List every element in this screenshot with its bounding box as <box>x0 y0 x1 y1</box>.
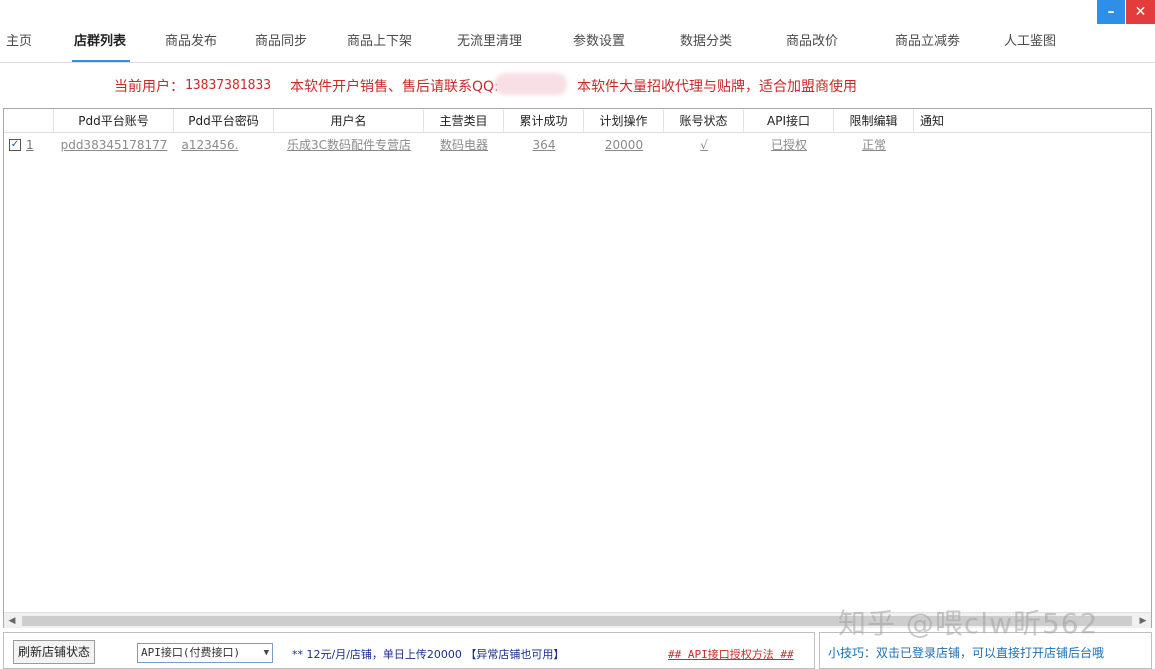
tab-bar: 主页 店群列表 商品发布 商品同步 商品上下架 无流里清理 参数设置 数据分类 … <box>0 0 1090 63</box>
chevron-down-icon: ▼ <box>263 648 269 658</box>
cell-password[interactable]: a123456. <box>174 134 246 156</box>
app-window: – ✕ 主页 店群列表 商品发布 商品同步 商品上下架 无流里清理 参数设置 数… <box>0 0 1155 669</box>
tab-home[interactable]: 主页 <box>6 30 32 49</box>
scroll-left-icon[interactable]: ◀ <box>4 613 20 629</box>
header-select <box>4 109 54 133</box>
api-select[interactable]: API接口(付费接口) ▼ <box>137 643 273 663</box>
cell-account-status[interactable]: √ <box>664 134 744 156</box>
header-account-status[interactable]: 账号状态 <box>664 109 744 133</box>
cell-category[interactable]: 数码电器 <box>424 134 504 156</box>
api-auth-link[interactable]: ## API接口授权方法 ## <box>668 646 794 662</box>
store-table: Pdd平台账号 Pdd平台密码 用户名 主营类目 累计成功 计划操作 账号状态 … <box>3 108 1152 628</box>
row-index: 1 <box>26 138 34 152</box>
cell-edit-limit[interactable]: 正常 <box>834 134 914 156</box>
header-account[interactable]: Pdd平台账号 <box>54 109 174 133</box>
header-notify[interactable]: 通知 <box>914 109 950 133</box>
tab-coupon[interactable]: 商品立减劵 <box>895 30 960 49</box>
tab-publish[interactable]: 商品发布 <box>165 30 217 49</box>
tab-settings[interactable]: 参数设置 <box>573 30 625 49</box>
tab-cleanup[interactable]: 无流里清理 <box>457 30 522 49</box>
cell-notify[interactable] <box>914 134 950 156</box>
header-username[interactable]: 用户名 <box>274 109 424 133</box>
cell-account[interactable]: pdd38345178177 <box>54 134 174 156</box>
row-checkbox[interactable]: ✓ <box>9 139 21 151</box>
cell-total-success[interactable]: 364 <box>504 134 584 156</box>
tab-store-list[interactable]: 店群列表 <box>74 30 126 49</box>
header-category[interactable]: 主营类目 <box>424 109 504 133</box>
current-user-label: 当前用户： <box>114 79 184 95</box>
close-button[interactable]: ✕ <box>1126 0 1155 24</box>
header-api[interactable]: API接口 <box>744 109 834 133</box>
bottom-toolbar: 刷新店铺状态 API接口(付费接口) ▼ ** 12元/月/店铺，单日上传200… <box>3 632 815 669</box>
tab-price-change[interactable]: 商品改价 <box>786 30 838 49</box>
cell-planned-ops[interactable]: 20000 <box>584 134 664 156</box>
scroll-right-icon[interactable]: ▶ <box>1135 613 1151 629</box>
watermark: 知乎 @喂clw昕562 <box>838 607 1099 640</box>
tab-sync[interactable]: 商品同步 <box>255 30 307 49</box>
qq-number-redacted <box>495 73 567 95</box>
tab-manual-review[interactable]: 人工鉴图 <box>1004 30 1056 49</box>
api-select-value: API接口(付费接口) <box>141 646 241 659</box>
header-password[interactable]: Pdd平台密码 <box>174 109 274 133</box>
refresh-store-status-button[interactable]: 刷新店铺状态 <box>13 640 95 664</box>
header-edit-limit[interactable]: 限制编辑 <box>834 109 914 133</box>
tip-text: 小技巧：双击已登录店铺，可以直接打开店铺后台哦 <box>828 646 1105 660</box>
price-note: ** 12元/月/店铺，单日上传20000 【异常店铺也可用】 <box>292 648 565 661</box>
header-total-success[interactable]: 累计成功 <box>504 109 584 133</box>
table-row[interactable]: ✓ 1 pdd38345178177 a123456. 乐成3C数码配件专营店 … <box>4 134 1151 156</box>
table-header: Pdd平台账号 Pdd平台密码 用户名 主营类目 累计成功 计划操作 账号状态 … <box>4 109 1151 133</box>
minimize-button[interactable]: – <box>1097 0 1125 24</box>
agent-recruit-notice: 本软件大量招收代理与贴牌，适合加盟商使用 <box>577 79 857 95</box>
tab-shelf[interactable]: 商品上下架 <box>347 30 412 49</box>
tab-data-category[interactable]: 数据分类 <box>680 30 732 49</box>
cell-username[interactable]: 乐成3C数码配件专营店 <box>274 134 424 156</box>
tab-divider <box>0 62 1155 63</box>
header-planned-ops[interactable]: 计划操作 <box>584 109 664 133</box>
current-user-value: 13837381833 <box>185 78 272 93</box>
cell-api[interactable]: 已授权 <box>744 134 834 156</box>
sales-contact-notice: 本软件开户销售、售后请联系QQ: <box>290 79 499 95</box>
